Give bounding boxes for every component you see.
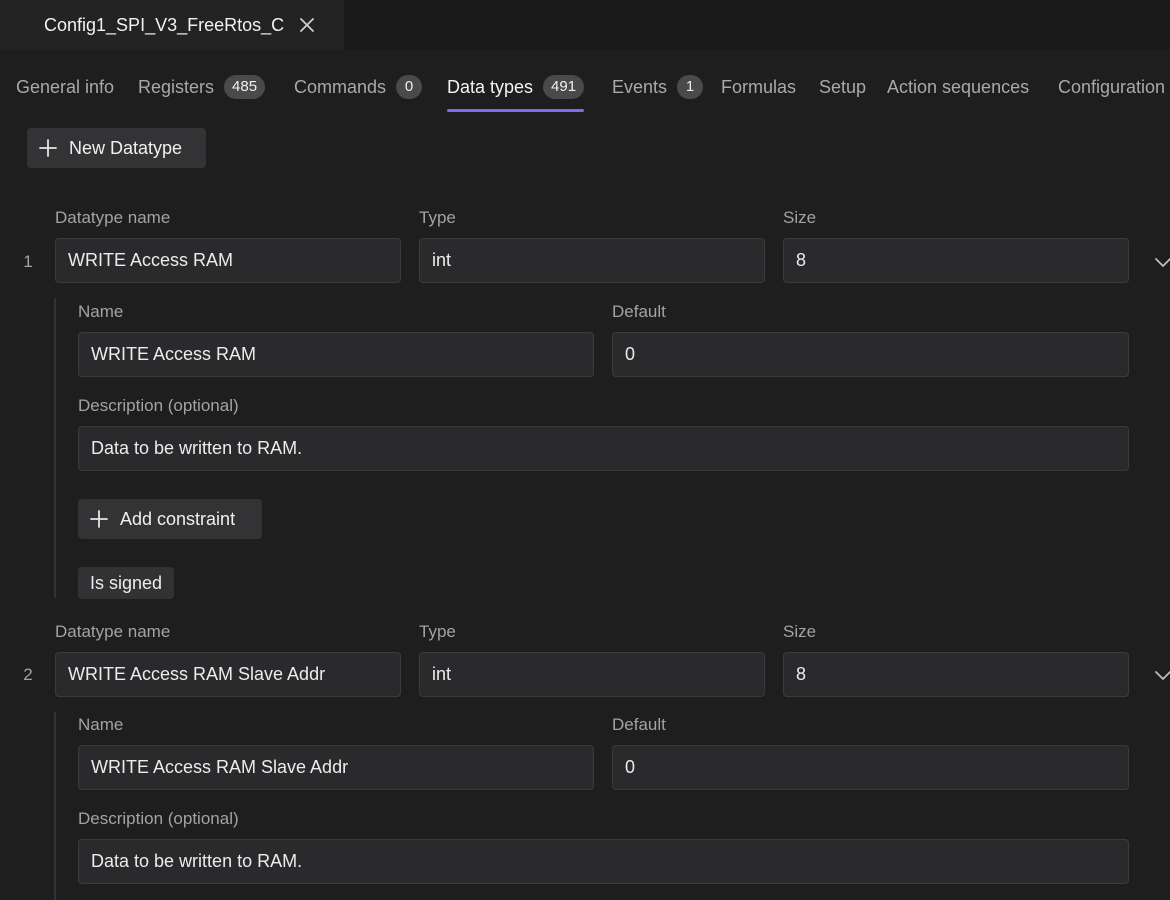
file-tab[interactable]: Config1_SPI_V3_FreeRtos_C <box>0 0 344 50</box>
section-tabs: General info Registers 485 Commands 0 Da… <box>0 62 1170 112</box>
description-input[interactable]: Data to be written to RAM. <box>78 426 1129 471</box>
tab-setup[interactable]: Setup <box>819 62 866 112</box>
default-label: Default <box>612 715 666 734</box>
default-label: Default <box>612 302 666 321</box>
count-badge: 1 <box>677 75 704 99</box>
name-input[interactable]: WRITE Access RAM Slave Addr <box>78 745 594 790</box>
add-constraint-label: Add constraint <box>120 508 236 529</box>
size-input[interactable]: 8 <box>783 652 1129 697</box>
tab-formulas[interactable]: Formulas <box>721 62 796 112</box>
plus-icon <box>90 510 108 528</box>
default-input[interactable]: 0 <box>612 332 1129 377</box>
is-signed-toggle[interactable]: Is signed <box>78 567 175 599</box>
tab-events[interactable]: Events 1 <box>612 62 704 112</box>
group-indent-line <box>54 712 56 900</box>
description-label: Description (optional) <box>78 809 239 828</box>
name-label: Name <box>78 715 124 734</box>
tab-label: Registers <box>138 76 215 97</box>
type-label: Type <box>419 208 456 227</box>
tab-general-info[interactable]: General info <box>16 62 114 112</box>
description-input[interactable]: Data to be written to RAM. <box>78 839 1129 884</box>
default-input[interactable]: 0 <box>612 745 1129 790</box>
count-badge: 0 <box>396 75 423 99</box>
tab-commands[interactable]: Commands 0 <box>294 62 423 112</box>
row-index: 1 <box>23 252 33 271</box>
datatype-name-label: Datatype name <box>55 622 171 641</box>
chevron-down-icon[interactable] <box>1154 256 1170 268</box>
count-badge: 485 <box>224 75 266 99</box>
close-icon[interactable] <box>298 16 316 34</box>
plus-icon <box>39 139 57 157</box>
tab-label: Configuration <box>1058 76 1166 97</box>
type-select[interactable]: int <box>419 238 765 283</box>
type-select[interactable]: int <box>419 652 765 697</box>
add-constraint-button[interactable]: Add constraint <box>78 499 262 539</box>
new-datatype-label: New Datatype <box>69 137 183 158</box>
name-label: Name <box>78 302 124 321</box>
type-label: Type <box>419 622 456 641</box>
row-index: 2 <box>23 665 33 684</box>
size-input[interactable]: 8 <box>783 238 1129 283</box>
title-bar: Config1_SPI_V3_FreeRtos_C <box>0 0 1170 50</box>
datatype-name-input[interactable]: WRITE Access RAM Slave Addr <box>55 652 401 697</box>
tab-data-types[interactable]: Data types 491 <box>447 62 585 112</box>
group-indent-line <box>54 298 56 598</box>
tab-configuration[interactable]: Configuration <box>1058 62 1165 112</box>
size-label: Size <box>783 622 817 641</box>
chevron-down-icon[interactable] <box>1154 669 1170 681</box>
tab-label: Commands <box>294 76 387 97</box>
file-tab-title: Config1_SPI_V3_FreeRtos_C <box>44 14 285 35</box>
description-label: Description (optional) <box>78 396 239 415</box>
new-datatype-button[interactable]: New Datatype <box>27 128 206 168</box>
datatype-name-input[interactable]: WRITE Access RAM <box>55 238 401 283</box>
tab-label: Action sequences <box>887 76 1030 97</box>
tab-label: Data types <box>447 76 534 97</box>
size-label: Size <box>783 208 817 227</box>
name-input[interactable]: WRITE Access RAM <box>78 332 594 377</box>
tab-label: Formulas <box>721 76 797 97</box>
tab-label: General info <box>16 76 115 97</box>
datatype-name-label: Datatype name <box>55 208 171 227</box>
count-badge: 491 <box>543 75 585 99</box>
tab-label: Events <box>612 76 668 97</box>
tab-label: Setup <box>819 76 867 97</box>
tab-registers[interactable]: Registers 485 <box>138 62 266 112</box>
tab-action-sequences[interactable]: Action sequences <box>887 62 1029 112</box>
